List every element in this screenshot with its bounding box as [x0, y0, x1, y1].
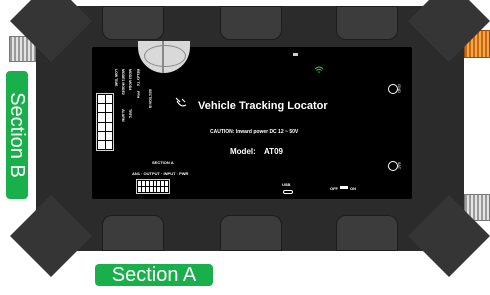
housing-foot-top-3 [336, 6, 398, 40]
pin-label: PFH [136, 91, 140, 98]
indicator-mark [293, 53, 298, 56]
housing-foot-bottom-3 [336, 215, 398, 251]
model-value: AT09 [264, 147, 283, 156]
model-label: Model: [230, 147, 256, 156]
caution-text: CAUTION: Inward power DC 12 ~ 50V [210, 129, 299, 135]
section-a-printed-label: SECTION A [152, 160, 174, 165]
pin-label: ALARM [121, 109, 125, 122]
section-a-callout-text: Section A [111, 264, 197, 286]
pin-label: LOW TIME [114, 69, 118, 87]
usb-port [283, 190, 293, 194]
device-housing: Vehicle Tracking Locator CAUTION: Inward… [9, 0, 490, 278]
device-label-panel: Vehicle Tracking Locator CAUTION: Inward… [92, 41, 412, 199]
housing-foot-bottom-1 [102, 215, 164, 251]
housing-foot-top-2 [220, 6, 282, 40]
power-switch [340, 186, 348, 189]
usb-label: USB [282, 182, 291, 187]
off-label: OFF [330, 186, 338, 191]
pin-label: RELAY TX [136, 69, 140, 86]
section-b-connector [96, 93, 114, 151]
housing-foot-top-1 [102, 6, 164, 40]
gnd-led-indicator [388, 84, 398, 94]
satellite-icon [175, 97, 187, 107]
connector-pin-labels: LOW TIME MODE1 MODE2 MOD3 MOD4 RELAY TX … [112, 69, 158, 147]
sat-led-indicator [388, 161, 398, 171]
ports-label: AN1 · OUTPUT · INPUT · PWR [132, 171, 189, 176]
on-label: ON [350, 186, 356, 191]
housing-foot-bottom-2 [220, 215, 282, 251]
section-a-callout: Section A [95, 264, 213, 286]
section-b-callout-text: Section B [6, 92, 29, 178]
pin-label: SECTION B [148, 89, 152, 109]
housing-corner-bottom-left [9, 194, 93, 278]
section-b-callout: Section B [6, 71, 28, 199]
device-title: Vehicle Tracking Locator [198, 100, 328, 112]
pin-label: MOD3 MOD4 [128, 69, 132, 91]
pin-label: TRFC [128, 109, 132, 119]
wifi-icon [314, 66, 324, 73]
section-a-connector [136, 179, 170, 194]
pin-label: MODE1 MODE2 [121, 69, 125, 95]
